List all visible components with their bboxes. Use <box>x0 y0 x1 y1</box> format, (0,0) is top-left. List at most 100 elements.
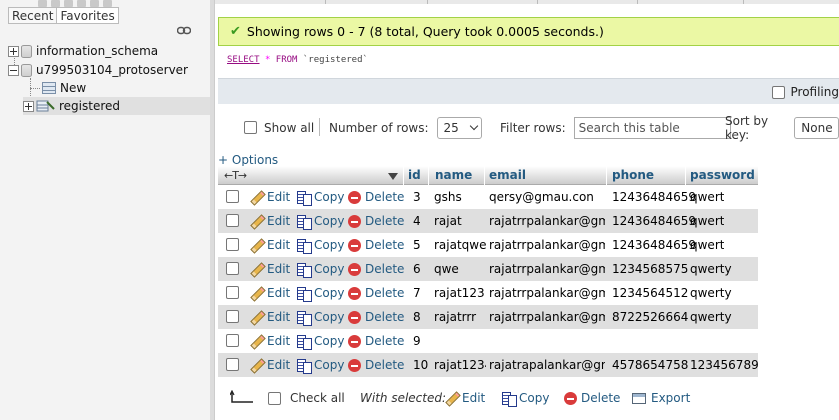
row-delete-label: Delete <box>365 286 405 300</box>
bulk-copy-button[interactable]: Copy <box>501 386 549 410</box>
link-with-main-icon[interactable] <box>177 26 191 35</box>
filter-rows-input[interactable] <box>573 116 731 139</box>
column-header-name[interactable]: name <box>435 166 472 185</box>
home-icon[interactable] <box>38 0 47 7</box>
check-all-toggle[interactable]: Check all <box>268 386 345 410</box>
column-header-email[interactable]: email <box>489 166 526 185</box>
sql-query-display[interactable]: SELECT * FROM `registered` <box>218 47 839 78</box>
tree-item-label[interactable]: registered <box>59 99 120 113</box>
row-edit-button[interactable]: Edit <box>250 281 290 305</box>
row-delete-label: Delete <box>365 310 405 324</box>
tab-recent[interactable]: Recent <box>8 7 58 24</box>
column-header-id[interactable]: id <box>408 166 421 185</box>
row-delete-button[interactable]: Delete <box>348 233 404 257</box>
sql-table-name: `registered` <box>302 55 368 65</box>
options-toggle[interactable]: + Options <box>218 153 278 167</box>
tree-item-protoserver[interactable]: u799503104_protoserver <box>8 61 188 79</box>
copy-icon <box>296 310 312 326</box>
row-copy-button[interactable]: Copy <box>296 305 344 329</box>
collapse-icon[interactable] <box>8 64 19 76</box>
tree-item-information-schema[interactable]: information_schema <box>8 42 158 60</box>
row-copy-button[interactable]: Copy <box>296 353 344 377</box>
row-edit-button[interactable]: Edit <box>250 329 290 353</box>
sql-docs-icon[interactable] <box>77 0 86 7</box>
column-header-phone[interactable]: phone <box>612 166 654 185</box>
row-checkbox[interactable] <box>226 310 239 323</box>
row-copy-label: Copy <box>314 310 345 324</box>
sort-by-key-value: None <box>801 120 833 135</box>
row-edit-button[interactable]: Edit <box>250 353 290 377</box>
row-checkbox[interactable] <box>226 190 239 203</box>
row-copy-button[interactable]: Copy <box>296 281 344 305</box>
row-copy-button[interactable]: Copy <box>296 209 344 233</box>
row-delete-button[interactable]: Delete <box>348 257 404 281</box>
tab-favorites[interactable]: Favorites <box>56 7 119 24</box>
row-checkbox[interactable] <box>226 358 239 371</box>
row-checkbox[interactable] <box>226 334 239 347</box>
row-checkbox[interactable] <box>226 286 239 299</box>
row-copy-button[interactable]: Copy <box>296 329 344 353</box>
row-edit-button[interactable]: Edit <box>250 305 290 329</box>
bulk-actions-bar: Check all With selected: Edit Copy Delet… <box>218 386 839 410</box>
delete-icon <box>348 310 361 324</box>
row-checkbox[interactable] <box>226 262 239 275</box>
delete-icon <box>348 286 361 300</box>
expand-icon[interactable] <box>23 100 34 112</box>
cell-email: rajatrrpalankar@gmai <box>489 262 605 276</box>
profiling-checkbox[interactable] <box>771 85 785 99</box>
export-icon <box>632 392 646 404</box>
row-checkbox[interactable] <box>226 214 239 227</box>
logout-icon[interactable] <box>51 0 60 7</box>
row-delete-button[interactable]: Delete <box>348 305 404 329</box>
column-header-password[interactable]: password <box>690 166 755 185</box>
reload-icon[interactable] <box>103 0 112 7</box>
sort-dropdown-icon[interactable] <box>388 173 398 180</box>
tree-item-label[interactable]: information_schema <box>36 44 158 58</box>
tree-item-label[interactable]: New <box>60 81 86 95</box>
row-edit-button[interactable]: Edit <box>250 185 290 209</box>
query-options-bar: Profiling <box>218 78 839 104</box>
row-copy-label: Copy <box>314 334 345 348</box>
sql-select-keyword[interactable]: SELECT <box>227 55 260 65</box>
row-edit-button[interactable]: Edit <box>250 209 290 233</box>
row-edit-button[interactable]: Edit <box>250 257 290 281</box>
cell-name: rajatqwe <box>434 238 486 252</box>
row-copy-label: Copy <box>314 358 345 372</box>
row-delete-button[interactable]: Delete <box>348 185 404 209</box>
row-delete-button[interactable]: Delete <box>348 281 404 305</box>
tree-item-label[interactable]: u799503104_protoserver <box>36 63 188 77</box>
sort-by-key-select[interactable]: None <box>794 116 839 139</box>
settings-icon[interactable] <box>90 0 99 7</box>
rows-per-page-select[interactable]: 25 <box>436 116 482 139</box>
success-message: ✔ Showing rows 0 - 7 (8 total, Query too… <box>218 17 839 46</box>
row-delete-button[interactable]: Delete <box>348 209 404 233</box>
cell-name <box>434 329 486 353</box>
table-row: Edit Copy Delete 5 rajatqwe rajatrrpalankar@g… <box>218 233 758 257</box>
cell-password: qwert <box>690 190 725 204</box>
tree-item-registered[interactable]: registered <box>23 97 210 115</box>
bulk-delete-button[interactable]: Delete <box>564 386 620 410</box>
profiling-toggle[interactable]: Profiling <box>771 85 839 99</box>
tree-item-new-table[interactable]: New <box>42 79 86 97</box>
row-delete-button[interactable]: Delete <box>348 353 404 377</box>
row-delete-button[interactable]: Delete <box>348 329 404 353</box>
expand-icon[interactable] <box>8 45 19 57</box>
check-all-checkbox[interactable] <box>268 391 281 405</box>
row-copy-button[interactable]: Copy <box>296 233 344 257</box>
row-copy-button[interactable]: Copy <box>296 185 344 209</box>
sort-label: Sort by key: <box>725 113 769 142</box>
row-copy-button[interactable]: Copy <box>296 257 344 281</box>
row-delete-label: Delete <box>365 334 405 348</box>
row-checkbox[interactable] <box>226 238 239 251</box>
bulk-export-button[interactable]: Export <box>632 386 690 410</box>
row-delete-label: Delete <box>365 214 405 228</box>
show-all-toggle[interactable]: Show all <box>244 110 314 145</box>
docs-icon[interactable] <box>64 0 73 7</box>
top-tab-strip <box>215 0 839 4</box>
show-all-checkbox[interactable] <box>244 121 257 134</box>
bulk-edit-button[interactable]: Edit <box>445 386 485 410</box>
new-table-icon <box>42 82 56 94</box>
delete-icon <box>348 358 361 372</box>
column-arrows[interactable]: ←T→ <box>224 166 247 185</box>
row-edit-button[interactable]: Edit <box>250 233 290 257</box>
